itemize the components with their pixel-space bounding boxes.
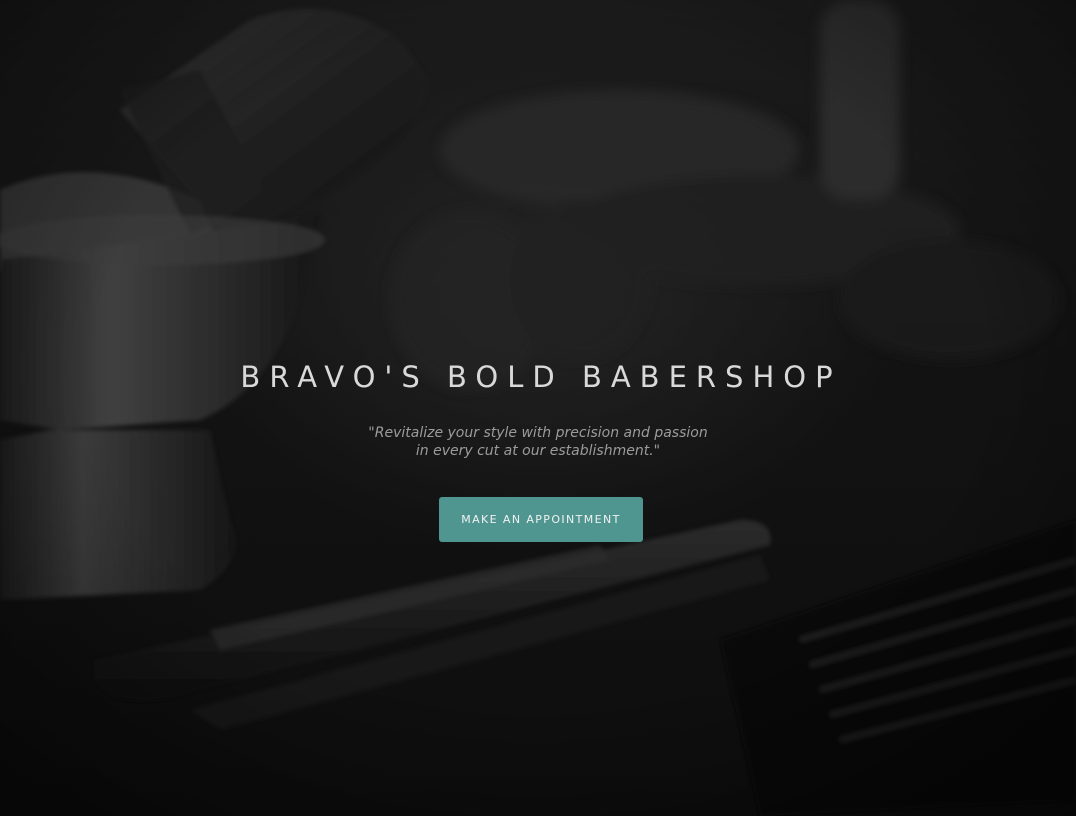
tagline: "Revitalize your style with precision an… xyxy=(0,424,1076,460)
page-title: BRAVO'S BOLD BABERSHOP xyxy=(240,360,842,394)
make-appointment-button[interactable]: MAKE AN APPOINTMENT xyxy=(439,497,643,542)
tagline-line-1: "Revitalize your style with precision an… xyxy=(368,425,708,441)
hero-content: BRAVO'S BOLD BABERSHOP "Revitalize your … xyxy=(0,0,1076,816)
hero-section: BRAVO'S BOLD BABERSHOP "Revitalize your … xyxy=(0,0,1076,816)
tagline-line-2: in every cut at our establishment." xyxy=(415,443,661,459)
